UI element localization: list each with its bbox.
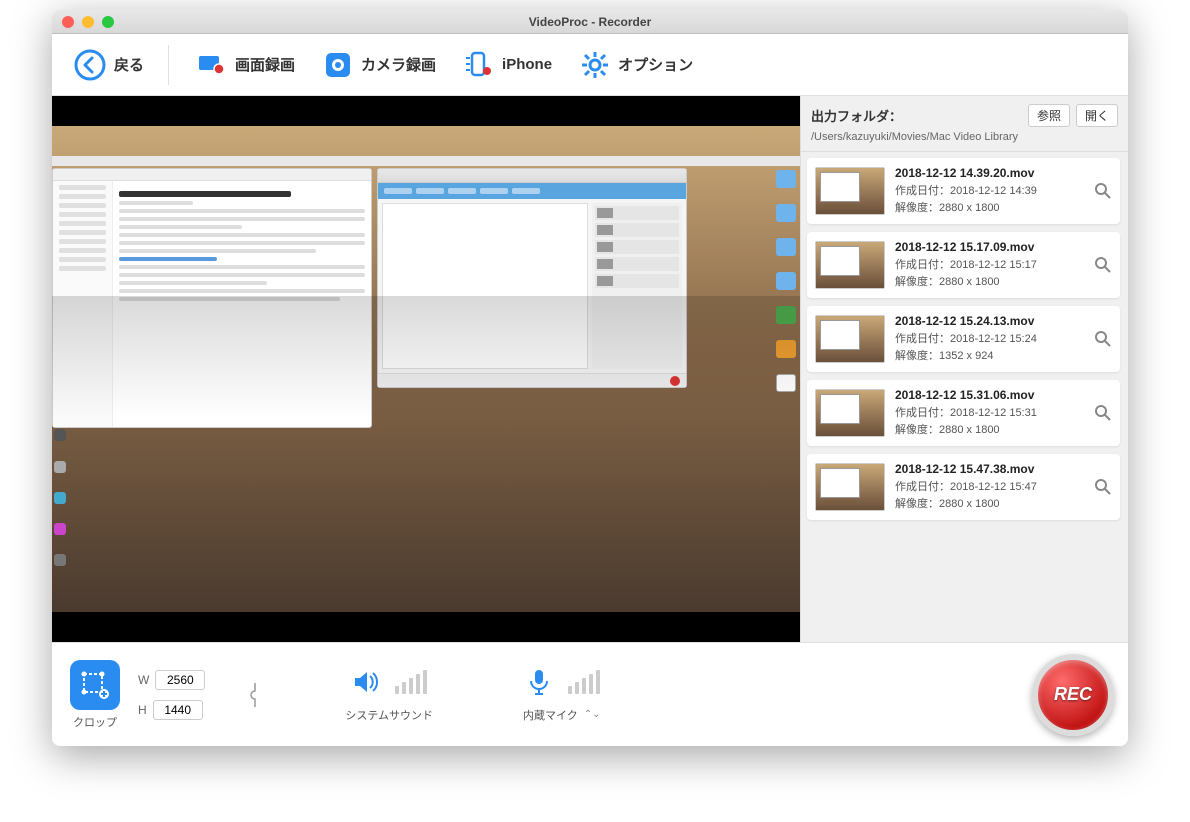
toolbar: 戻る 画面録画 カメラ録画 iPhone オプション <box>52 34 1128 96</box>
output-folder-label: 出力フォルダ： <box>811 106 902 125</box>
recording-item[interactable]: 2018-12-12 15.31.06.mov 作成日付：2018-12-12 … <box>807 380 1120 446</box>
toolbar-divider <box>168 45 169 85</box>
crop-label: クロップ <box>73 714 117 730</box>
recording-thumbnail <box>815 241 885 289</box>
recording-filename: 2018-12-12 15.24.13.mov <box>895 314 1084 328</box>
output-folder-path: /Users/kazuyuki/Movies/Mac Video Library <box>811 131 1118 143</box>
system-volume-meter <box>395 670 427 694</box>
sidebar: 出力フォルダ： 参照 開く /Users/kazuyuki/Movies/Mac… <box>800 96 1128 642</box>
preview-canvas[interactable] <box>52 96 800 642</box>
recording-info: 2018-12-12 15.31.06.mov 作成日付：2018-12-12 … <box>895 388 1084 438</box>
iphone-label: iPhone <box>502 56 552 73</box>
titlebar: VideoProc - Recorder <box>52 10 1128 34</box>
iphone-icon <box>464 50 494 80</box>
record-label: REC <box>1054 684 1092 705</box>
back-arrow-icon <box>74 49 106 81</box>
magnifier-icon[interactable] <box>1094 404 1112 422</box>
system-sound-label: システムサウンド <box>345 707 433 723</box>
browse-button[interactable]: 参照 <box>1028 104 1070 127</box>
open-button[interactable]: 開く <box>1076 104 1118 127</box>
recording-info: 2018-12-12 15.17.09.mov 作成日付：2018-12-12 … <box>895 240 1084 290</box>
back-button[interactable]: 戻る <box>64 43 154 87</box>
width-input[interactable] <box>155 670 205 690</box>
screen-record-icon <box>197 50 227 80</box>
minimize-icon[interactable] <box>82 16 94 28</box>
height-label: H <box>138 703 147 717</box>
camera-record-label: カメラ録画 <box>361 54 436 75</box>
recording-thumbnail <box>815 463 885 511</box>
app-window: VideoProc - Recorder 戻る 画面録画 カメラ録画 iPhon… <box>52 10 1128 746</box>
options-button[interactable]: オプション <box>566 44 707 86</box>
bottom-bar: クロップ W H システムサウンド <box>52 642 1128 746</box>
sidebar-header: 出力フォルダ： 参照 開く /Users/kazuyuki/Movies/Mac… <box>801 96 1128 151</box>
width-label: W <box>138 673 149 687</box>
link-dimensions-icon[interactable] <box>248 680 262 710</box>
recording-thumbnail <box>815 389 885 437</box>
back-label: 戻る <box>114 54 144 75</box>
desktop-screenshot <box>52 126 800 612</box>
recording-info: 2018-12-12 15.24.13.mov 作成日付：2018-12-12 … <box>895 314 1084 364</box>
recording-filename: 2018-12-12 14.39.20.mov <box>895 166 1084 180</box>
screen-record-button[interactable]: 画面録画 <box>183 44 309 86</box>
recording-info: 2018-12-12 15.47.38.mov 作成日付：2018-12-12 … <box>895 462 1084 512</box>
magnifier-icon[interactable] <box>1094 256 1112 274</box>
iphone-button[interactable]: iPhone <box>450 44 566 86</box>
window-title: VideoProc - Recorder <box>529 15 651 29</box>
height-input[interactable] <box>153 700 203 720</box>
camera-record-button[interactable]: カメラ録画 <box>309 44 450 86</box>
recording-item[interactable]: 2018-12-12 15.17.09.mov 作成日付：2018-12-12 … <box>807 232 1120 298</box>
gear-icon <box>580 50 610 80</box>
traffic-lights <box>62 16 114 28</box>
recording-filename: 2018-12-12 15.31.06.mov <box>895 388 1084 402</box>
recording-item[interactable]: 2018-12-12 15.47.38.mov 作成日付：2018-12-12 … <box>807 454 1120 520</box>
crop-button[interactable] <box>70 660 120 710</box>
maximize-icon[interactable] <box>102 16 114 28</box>
recording-thumbnail <box>815 167 885 215</box>
mic-volume-meter <box>568 670 600 694</box>
builtin-mic-label: 内蔵マイク <box>523 707 578 723</box>
recording-filename: 2018-12-12 15.47.38.mov <box>895 462 1084 476</box>
microphone-icon[interactable] <box>524 667 554 697</box>
close-icon[interactable] <box>62 16 74 28</box>
preview-pane <box>52 96 800 642</box>
record-button[interactable]: REC <box>1032 654 1114 736</box>
magnifier-icon[interactable] <box>1094 478 1112 496</box>
recording-info: 2018-12-12 14.39.20.mov 作成日付：2018-12-12 … <box>895 166 1084 216</box>
recording-filename: 2018-12-12 15.17.09.mov <box>895 240 1084 254</box>
magnifier-icon[interactable] <box>1094 330 1112 348</box>
recording-thumbnail <box>815 315 885 363</box>
recording-list[interactable]: 2018-12-12 14.39.20.mov 作成日付：2018-12-12 … <box>801 151 1128 642</box>
magnifier-icon[interactable] <box>1094 182 1112 200</box>
screen-record-label: 画面録画 <box>235 54 295 75</box>
recording-item[interactable]: 2018-12-12 14.39.20.mov 作成日付：2018-12-12 … <box>807 158 1120 224</box>
options-label: オプション <box>618 54 693 75</box>
crop-icon <box>80 670 110 700</box>
speaker-icon[interactable] <box>351 667 381 697</box>
mic-dropdown-icon[interactable]: ⌃⌄ <box>584 709 601 720</box>
recording-item[interactable]: 2018-12-12 15.24.13.mov 作成日付：2018-12-12 … <box>807 306 1120 372</box>
camera-icon <box>323 50 353 80</box>
